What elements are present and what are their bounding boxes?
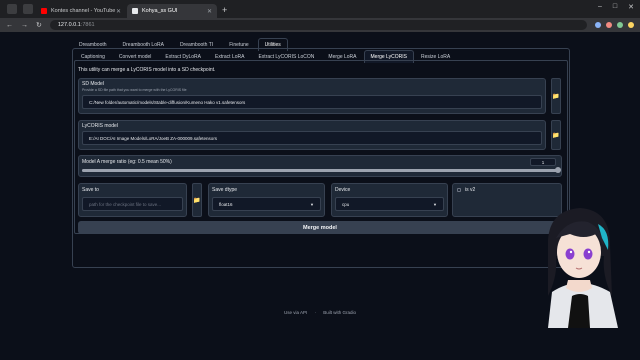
utility-description: This utility can merge a LyCORIS model i… [78,67,216,73]
slider-thumb[interactable] [555,167,561,173]
new-tab-button[interactable]: + [222,5,227,15]
extension-icon[interactable] [595,22,601,28]
is-v2-checkbox[interactable] [457,188,461,192]
globe-icon [132,8,138,14]
device-value: cpu [342,201,350,207]
merge-model-button[interactable]: Merge model [78,221,562,234]
folder-icon[interactable]: 📁 [192,183,202,217]
chevron-down-icon: ▼ [433,201,437,207]
url-field[interactable]: 127.0.0.1:7861 [49,20,587,30]
chevron-down-icon: ▼ [310,201,314,207]
save-dtype-value: float16 [219,201,233,207]
extension-icon[interactable] [606,22,612,28]
close-tab-icon[interactable]: ✕ [207,8,212,15]
extensions [595,22,634,28]
built-with-gradio-link[interactable]: Built with Gradio [323,310,356,315]
close-tab-icon[interactable]: ✕ [116,8,121,15]
save-to-label: Save to [82,187,99,193]
vtuber-avatar [548,208,618,328]
merge-ratio-label: Model A merge ratio (eg: 0.5 mean 50%) [82,159,172,165]
device-select[interactable]: cpu ▼ [335,197,444,211]
slider-fill [82,169,558,172]
is-v2-label: is v2 [465,187,476,193]
address-bar-row: ← → ↻ 127.0.0.1:7861 [0,18,640,32]
save-dtype-label: Save dtype [212,187,238,193]
url-port: :7861 [80,22,95,28]
browser-tab-youtube[interactable]: Kontes channel - YouTube Studio ✕ [36,4,126,18]
tab-title: Kontes channel - YouTube Studio [51,8,116,14]
lycoris-model-input[interactable]: E:/AI DOC/AI Image Models/LoRA/JoeB ZA-0… [82,131,542,145]
save-to-input[interactable]: path for the checkpoint file to save... [82,197,183,211]
window-controls: – □ ✕ [598,3,634,11]
browser-tab-bar: Kontes channel - YouTube Studio ✕ Kohya_… [0,0,640,18]
device-label: Device [335,187,351,193]
sd-model-sublabel: Provide a SD file path that you want to … [82,88,187,92]
sidebar-icon[interactable] [23,4,33,14]
footer-separator: · [314,310,317,315]
reload-icon[interactable]: ↻ [36,21,42,29]
url-host: 127.0.0.1 [57,22,81,28]
folder-icon[interactable]: 📁 [551,120,561,150]
window-menu-icon[interactable] [7,4,17,14]
merge-ratio-number[interactable]: 1 [530,158,556,166]
lycoris-model-label: LyCORIS model [82,123,118,129]
close-window-button[interactable]: ✕ [628,3,634,11]
folder-icon[interactable]: 📁 [551,78,561,114]
browser-tab-kohya[interactable]: Kohya_ss GUI ✕ [127,4,217,18]
tab-title: Kohya_ss GUI [142,8,178,14]
maximize-button[interactable]: □ [613,3,617,11]
back-arrow-icon[interactable]: ← [6,22,13,29]
sd-model-input[interactable]: C:/New folder/automatic/models/Stable-di… [82,95,542,109]
profile-avatar[interactable] [628,22,634,28]
save-dtype-select[interactable]: float16 ▼ [212,197,321,211]
sd-model-label: SD Model [82,81,104,87]
forward-arrow-icon[interactable]: → [21,22,28,29]
minimize-button[interactable]: – [598,3,602,11]
merge-ratio-slider[interactable] [82,167,561,173]
use-via-api-link[interactable]: Use via API [284,310,307,315]
youtube-icon [41,8,47,14]
extension-icon[interactable] [617,22,623,28]
